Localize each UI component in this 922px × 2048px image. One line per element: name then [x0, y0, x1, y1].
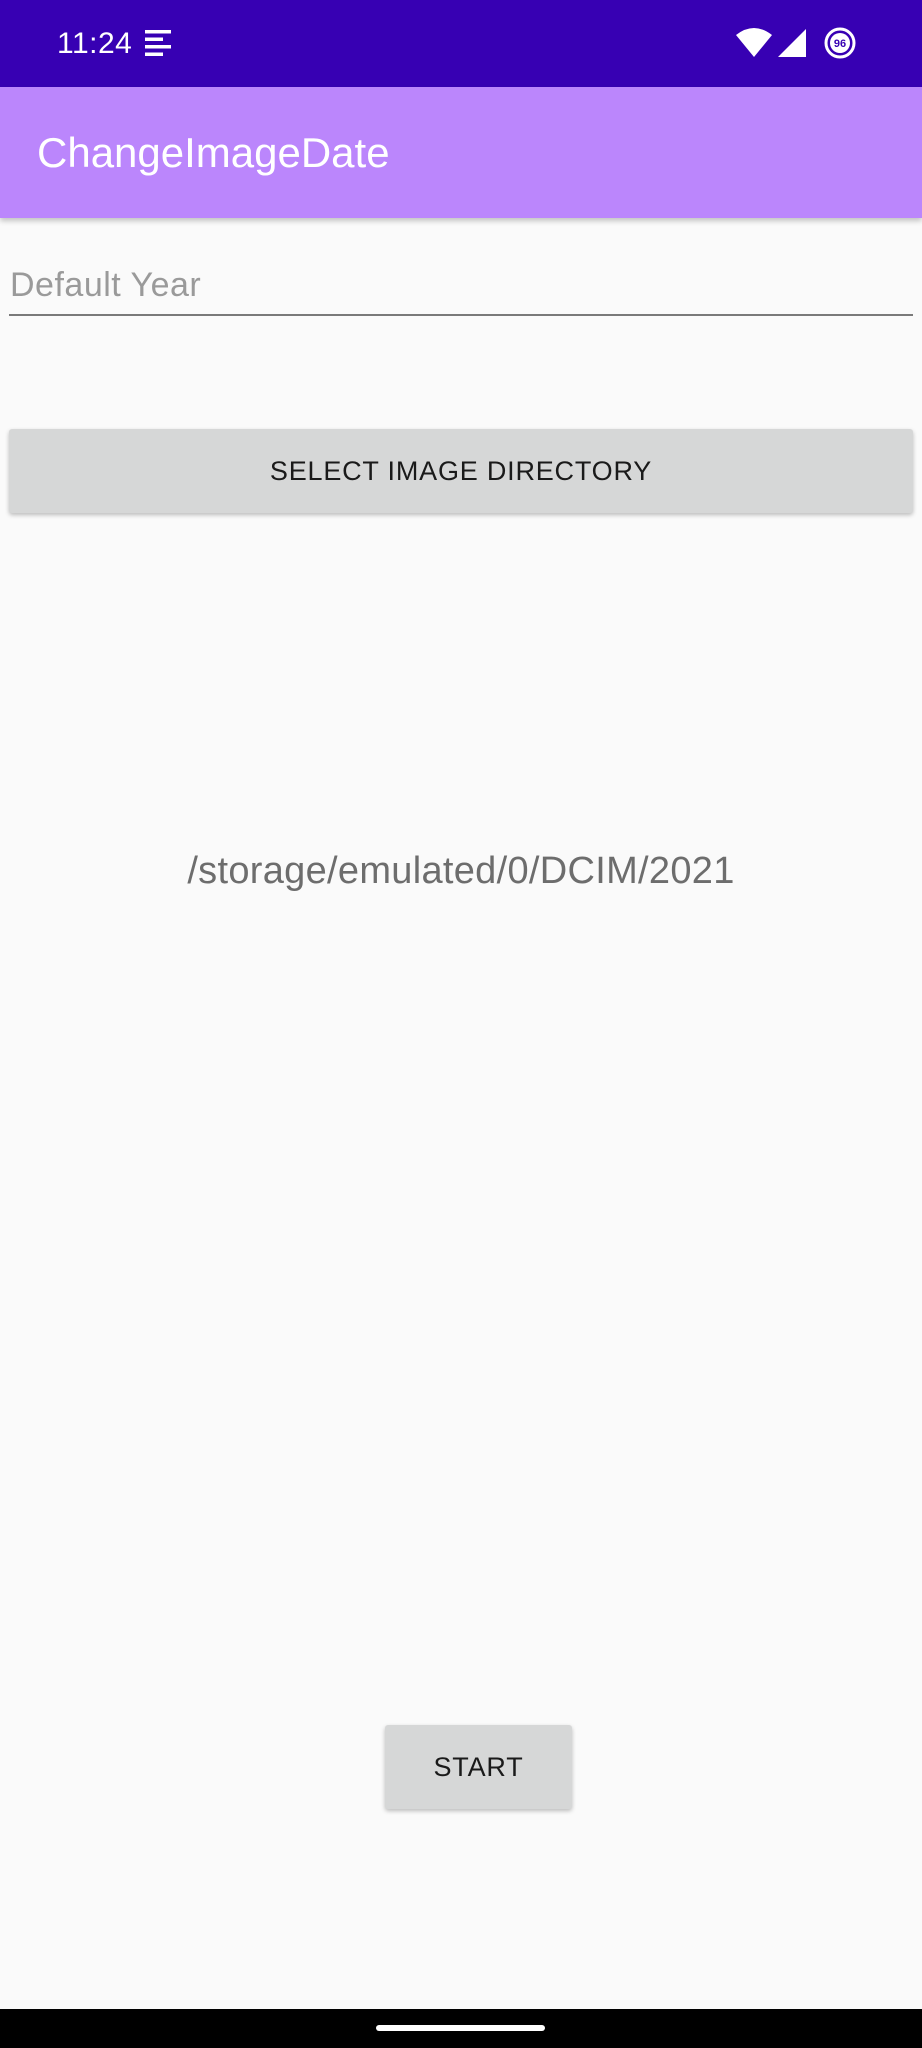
notification-lines-icon	[145, 30, 171, 56]
default-year-input[interactable]	[9, 262, 913, 316]
start-button[interactable]: START	[385, 1725, 572, 1809]
navigation-bar	[0, 2009, 922, 2048]
home-gesture-handle[interactable]	[376, 2025, 545, 2031]
app-title: ChangeImageDate	[37, 129, 390, 176]
status-bar: 11:24 96	[0, 0, 922, 87]
select-image-directory-button[interactable]: SELECT IMAGE DIRECTORY	[9, 429, 913, 513]
status-time: 11:24	[57, 27, 133, 60]
cell-signal-icon	[778, 29, 806, 57]
selected-directory-path: /storage/emulated/0/DCIM/2021	[187, 850, 735, 892]
battery-saver-icon: 96	[824, 27, 856, 59]
wifi-icon	[736, 28, 772, 57]
battery-level-text: 96	[834, 38, 846, 50]
app-bar: ChangeImageDate	[0, 87, 922, 218]
